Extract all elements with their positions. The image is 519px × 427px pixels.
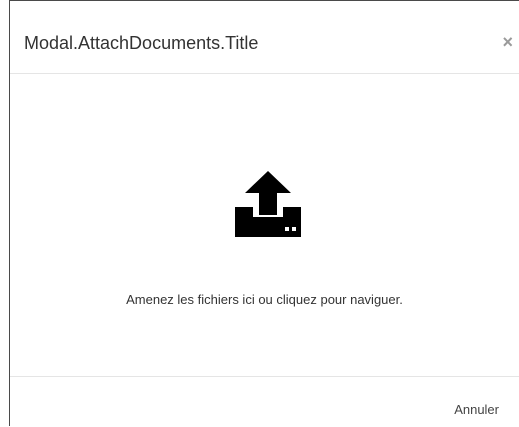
attach-documents-modal: Modal.AttachDocuments.Title × Amenez les…	[9, 0, 519, 426]
file-dropzone[interactable]: Amenez les fichiers ici ou cliquez pour …	[10, 74, 519, 376]
modal-title: Modal.AttachDocuments.Title	[24, 33, 259, 53]
dropzone-instruction: Amenez les fichiers ici ou cliquez pour …	[126, 292, 403, 307]
close-button[interactable]: ×	[502, 33, 513, 51]
modal-footer: Annuler	[10, 376, 519, 427]
cancel-button[interactable]: Annuler	[454, 402, 499, 418]
modal-header: Modal.AttachDocuments.Title ×	[10, 1, 519, 74]
upload-icon	[235, 171, 301, 237]
